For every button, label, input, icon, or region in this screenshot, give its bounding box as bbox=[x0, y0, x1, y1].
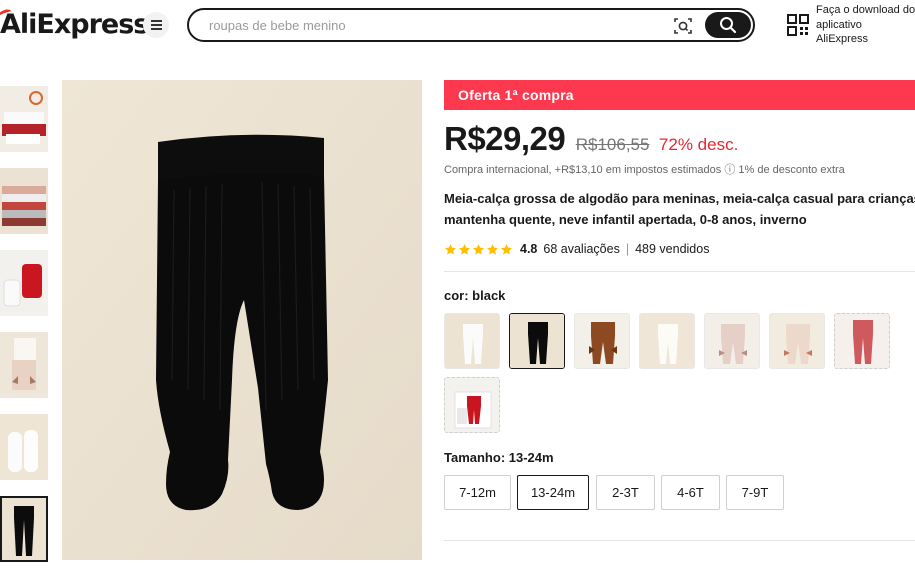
product-title: Meia-calça grossa de algodão para menina… bbox=[444, 191, 915, 227]
aliexpress-logo[interactable]: AliExpress bbox=[0, 7, 149, 40]
search-bar bbox=[187, 8, 755, 42]
tax-info: Compra internacional, +R$13,10 em impost… bbox=[444, 164, 845, 176]
size-option-4-6t[interactable]: 4-6T bbox=[661, 475, 720, 510]
color-swatch-cream[interactable] bbox=[639, 313, 695, 369]
thumbnail-4[interactable] bbox=[0, 332, 48, 398]
divider bbox=[444, 271, 915, 272]
swatch-image bbox=[445, 314, 499, 368]
app-download-link[interactable]: Faça o download do aplicativo AliExpress bbox=[785, 2, 915, 48]
size-option-7-12m[interactable]: 7-12m bbox=[444, 475, 511, 510]
rating-value: 4.8 bbox=[520, 242, 538, 256]
color-swatch-white[interactable] bbox=[444, 313, 500, 369]
swatch-image bbox=[705, 314, 759, 368]
size-label: Tamanho: 13-24m bbox=[444, 450, 554, 465]
camera-scan-icon bbox=[674, 18, 692, 34]
separator: | bbox=[625, 242, 630, 256]
swatch-image bbox=[640, 314, 694, 368]
sold-count: 489 vendidos bbox=[635, 242, 710, 256]
discount-badge: 72% desc. bbox=[658, 135, 739, 154]
swatch-image bbox=[835, 314, 889, 368]
thumbnail-image bbox=[0, 414, 48, 480]
star-rating bbox=[444, 243, 513, 256]
hamburger-icon bbox=[150, 20, 162, 30]
search-icon bbox=[720, 17, 737, 34]
original-price: R$106,55 bbox=[575, 135, 650, 154]
header: AliExpress Faça bbox=[0, 0, 915, 50]
thumbnail-image bbox=[0, 250, 48, 316]
star-icon bbox=[458, 243, 471, 255]
color-swatch-red[interactable] bbox=[834, 313, 890, 369]
color-swatch-black-selected[interactable] bbox=[509, 313, 565, 369]
app-download-text: Faça o download do aplicativo AliExpress bbox=[816, 4, 915, 45]
current-price: R$29,29 bbox=[444, 120, 566, 157]
size-option-2-3t[interactable]: 2-3T bbox=[596, 475, 655, 510]
swatch-image bbox=[575, 314, 629, 368]
swatch-image bbox=[510, 314, 564, 368]
thumbnail-image bbox=[0, 332, 48, 398]
menu-button[interactable] bbox=[143, 12, 169, 38]
image-search-button[interactable] bbox=[673, 16, 693, 36]
search-button[interactable] bbox=[705, 12, 751, 38]
size-option-13-24m-selected[interactable]: 13-24m bbox=[517, 475, 589, 510]
rating-row: 4.8 68 avaliações | 489 vendidos bbox=[444, 240, 709, 258]
black-tights-image bbox=[62, 80, 422, 560]
search-input[interactable] bbox=[209, 16, 649, 34]
swatch-image bbox=[445, 378, 499, 432]
main-product-image[interactable] bbox=[62, 80, 422, 560]
color-label: cor: black bbox=[444, 288, 506, 303]
size-option-7-9t[interactable]: 7-9T bbox=[726, 475, 784, 510]
thumbnail-image bbox=[0, 86, 48, 152]
color-swatch-beige[interactable] bbox=[769, 313, 825, 369]
star-icon bbox=[444, 243, 457, 255]
reviews-link[interactable]: 68 avaliações bbox=[543, 242, 619, 256]
thumbnail-image bbox=[2, 498, 46, 560]
price-row: R$29,29 R$106,55 72% desc. bbox=[444, 120, 915, 160]
thumbnail-3[interactable] bbox=[0, 250, 48, 316]
qr-code-icon bbox=[787, 14, 809, 36]
divider bbox=[444, 540, 915, 541]
thumbnail-1[interactable] bbox=[0, 86, 48, 152]
star-icon bbox=[500, 243, 513, 255]
first-purchase-banner: Oferta 1ª compra bbox=[444, 80, 915, 110]
star-icon bbox=[486, 243, 499, 255]
swatch-image bbox=[770, 314, 824, 368]
thumbnail-image bbox=[0, 168, 48, 234]
thumbnail-5[interactable] bbox=[0, 414, 48, 480]
thumbnail-6-selected[interactable] bbox=[0, 496, 48, 562]
color-swatch-red-white[interactable] bbox=[444, 377, 500, 433]
color-swatch-pink[interactable] bbox=[704, 313, 760, 369]
star-icon bbox=[472, 243, 485, 255]
thumbnail-2[interactable] bbox=[0, 168, 48, 234]
color-swatch-brown[interactable] bbox=[574, 313, 630, 369]
